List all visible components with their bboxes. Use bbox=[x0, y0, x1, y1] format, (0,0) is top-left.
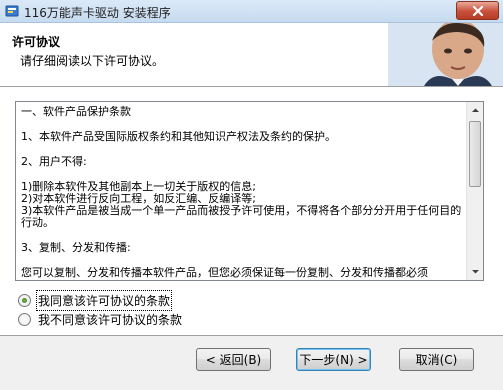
header-banner-image bbox=[388, 23, 503, 86]
back-button[interactable]: < 返回(B) bbox=[196, 348, 271, 371]
accept-label[interactable]: 我同意该许可协议的条款 bbox=[35, 289, 173, 311]
license-content: 一、软件产品保护条款 1、本软件产品受国际版权条约和其他知识产权法及条约的保护。… bbox=[21, 106, 464, 279]
license-text-area[interactable]: 一、软件产品保护条款 1、本软件产品受国际版权条约和其他知识产权法及条约的保护。… bbox=[15, 101, 484, 281]
scroll-up-button[interactable] bbox=[467, 102, 483, 119]
decline-option[interactable]: 我不同意该许可协议的条款 bbox=[18, 311, 182, 327]
close-button[interactable] bbox=[456, 1, 499, 20]
license-line: 3)本软件产品是被当成一个单一产品而被授予许可使用，不得将各个部分分开用于任何目… bbox=[21, 205, 462, 229]
license-line: 您可以复制、分发和传播本软件产品，但您必须保证每一份复制、分发和传播都必须 bbox=[21, 267, 428, 279]
license-line: 2)对本软件进行反向工程，如反汇编、反编译等; bbox=[21, 193, 256, 205]
scrollbar-thumb[interactable] bbox=[469, 121, 481, 187]
scroll-up-icon bbox=[472, 108, 479, 112]
scroll-down-button[interactable] bbox=[467, 263, 483, 280]
next-button[interactable]: 下一步(N) > bbox=[296, 348, 371, 371]
page-title: 许可协议 bbox=[12, 35, 61, 49]
close-icon bbox=[472, 6, 484, 16]
accept-radio[interactable] bbox=[18, 293, 31, 307]
vertical-scrollbar[interactable] bbox=[466, 102, 483, 280]
title-bar[interactable]: 116万能声卡驱动 安装程序 bbox=[0, 0, 503, 23]
license-line: 1)删除本软件及其他副本上一切关于版权的信息; bbox=[21, 181, 256, 193]
window-title: 116万能声卡驱动 安装程序 bbox=[24, 6, 171, 20]
cancel-button[interactable]: 取消(C) bbox=[399, 348, 474, 371]
page-header: 许可协议 请仔细阅读以下许可协议。 bbox=[0, 23, 503, 87]
decline-label[interactable]: 我不同意该许可协议的条款 bbox=[38, 311, 182, 328]
decline-radio[interactable] bbox=[18, 312, 31, 326]
accept-option[interactable]: 我同意该许可协议的条款 bbox=[18, 289, 173, 311]
installer-app-icon bbox=[5, 4, 19, 18]
license-line: 2、用户不得: bbox=[21, 156, 87, 168]
scroll-down-icon bbox=[472, 270, 479, 274]
license-line: 一、软件产品保护条款 bbox=[21, 106, 131, 118]
license-line: 1、本软件产品受国际版权条约和其他知识产权法及条约的保护。 bbox=[21, 131, 336, 143]
page-subtitle: 请仔细阅读以下许可协议。 bbox=[20, 54, 165, 68]
license-line: 3、复制、分发和传播: bbox=[21, 242, 131, 254]
